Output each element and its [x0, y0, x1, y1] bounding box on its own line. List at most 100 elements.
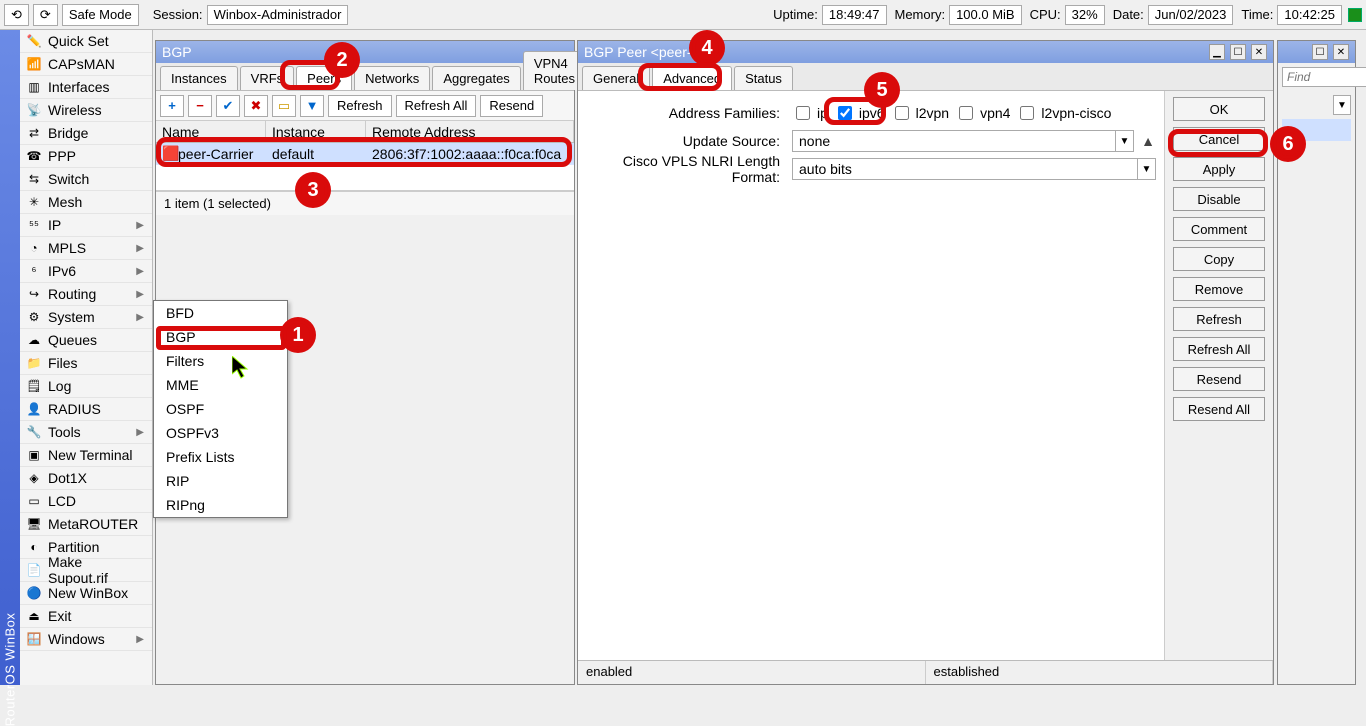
- chevron-down-icon[interactable]: ▼: [1333, 95, 1351, 115]
- cisco-format-dropdown[interactable]: auto bits ▼: [792, 158, 1156, 180]
- submenu-ospfv3[interactable]: OSPFv3: [154, 421, 287, 445]
- col-instance[interactable]: Instance: [266, 121, 366, 142]
- bgp-peer-row[interactable]: 🟥 peer-Carrier default 2806:3f7:1002:aaa…: [156, 143, 574, 165]
- close-icon[interactable]: ✕: [1333, 44, 1349, 60]
- nav-item-quick-set[interactable]: ✏️Quick Set: [20, 30, 152, 53]
- nav-item-make-supout-rif[interactable]: 📄Make Supout.rif: [20, 559, 152, 582]
- apply-button[interactable]: Apply: [1173, 157, 1265, 181]
- disable-icon[interactable]: ✖: [244, 95, 268, 117]
- nav-item-windows[interactable]: 🪟Windows▶: [20, 628, 152, 651]
- tab-status[interactable]: Status: [734, 66, 793, 90]
- session-label: Session:: [153, 7, 203, 22]
- checkbox-input-ip[interactable]: [796, 106, 810, 120]
- add-icon[interactable]: +: [160, 95, 184, 117]
- checkbox-input-vpn4[interactable]: [959, 106, 973, 120]
- nav-item-radius[interactable]: 👤RADIUS: [20, 398, 152, 421]
- refresh-button[interactable]: Refresh: [328, 95, 392, 117]
- resend-all-button[interactable]: Resend All: [1173, 397, 1265, 421]
- checkbox-input-ipv6[interactable]: [838, 106, 852, 120]
- checkbox-ip[interactable]: ip: [792, 103, 828, 123]
- checkbox-input-l2vpn[interactable]: [895, 106, 909, 120]
- brand-strip: RouterOS WinBox: [0, 30, 20, 685]
- nav-item-switch[interactable]: ⇆Switch: [20, 168, 152, 191]
- tab-aggregates[interactable]: Aggregates: [432, 66, 521, 90]
- tab-vrfs[interactable]: VRFs: [240, 66, 295, 90]
- submenu-rip[interactable]: RIP: [154, 469, 287, 493]
- remove-icon[interactable]: −: [188, 95, 212, 117]
- cpu-label: CPU:: [1030, 7, 1061, 22]
- checkbox-input-l2vpn-cisco[interactable]: [1020, 106, 1034, 120]
- checkbox-l2vpn[interactable]: l2vpn: [891, 103, 949, 123]
- undo-button[interactable]: ⟲: [4, 4, 29, 26]
- nav-item-mpls[interactable]: ◔MPLS▶: [20, 237, 152, 260]
- comment-button[interactable]: Comment: [1173, 217, 1265, 241]
- refresh-all-button[interactable]: Refresh All: [1173, 337, 1265, 361]
- submenu-mme[interactable]: MME: [154, 373, 287, 397]
- nav-item-ip[interactable]: ⁵⁵IP▶: [20, 214, 152, 237]
- nav-item-dot1x[interactable]: ◈Dot1X: [20, 467, 152, 490]
- resend-button[interactable]: Resend: [1173, 367, 1265, 391]
- refresh-button[interactable]: Refresh: [1173, 307, 1265, 331]
- collapse-up-icon[interactable]: ▲: [1140, 133, 1156, 149]
- tab-advanced[interactable]: Advanced: [652, 66, 732, 90]
- nav-item-capsman[interactable]: 📶CAPsMAN: [20, 53, 152, 76]
- submenu-filters[interactable]: Filters: [154, 349, 287, 373]
- update-source-dropdown[interactable]: none ▼: [792, 130, 1134, 152]
- ok-button[interactable]: OK: [1173, 97, 1265, 121]
- submenu-prefix-lists[interactable]: Prefix Lists: [154, 445, 287, 469]
- tab-instances[interactable]: Instances: [160, 66, 238, 90]
- disable-button[interactable]: Disable: [1173, 187, 1265, 211]
- nav-item-ipv6[interactable]: ⁶IPv6▶: [20, 260, 152, 283]
- comment-icon[interactable]: ▭: [272, 95, 296, 117]
- close-icon[interactable]: ✕: [1251, 44, 1267, 60]
- submenu-ripng[interactable]: RIPng: [154, 493, 287, 517]
- submenu-bfd[interactable]: BFD: [154, 301, 287, 325]
- submenu-ospf[interactable]: OSPF: [154, 397, 287, 421]
- remove-button[interactable]: Remove: [1173, 277, 1265, 301]
- time-label: Time:: [1241, 7, 1273, 22]
- nav-item-wireless[interactable]: 📡Wireless: [20, 99, 152, 122]
- nav-item-mesh[interactable]: ✳Mesh: [20, 191, 152, 214]
- chevron-down-icon[interactable]: ▼: [1115, 131, 1133, 151]
- minimize-icon[interactable]: ▁: [1209, 44, 1225, 60]
- find-input[interactable]: [1282, 67, 1366, 87]
- enable-icon[interactable]: ✔: [216, 95, 240, 117]
- cancel-button[interactable]: Cancel: [1173, 127, 1265, 151]
- checkbox-l2vpn-cisco[interactable]: l2vpn-cisco: [1016, 103, 1111, 123]
- cpu-value: 32%: [1065, 5, 1105, 25]
- cisco-format-label: Cisco VPLS NLRI Length Format:: [586, 153, 786, 185]
- safe-mode-button[interactable]: Safe Mode: [62, 4, 139, 26]
- nav-item-interfaces[interactable]: ▥Interfaces: [20, 76, 152, 99]
- ip-icon: ⁵⁵: [26, 217, 42, 233]
- maximize-icon[interactable]: ☐: [1230, 44, 1246, 60]
- nav-item-files[interactable]: 📁Files: [20, 352, 152, 375]
- nav-item-queues[interactable]: ☁Queues: [20, 329, 152, 352]
- chevron-down-icon[interactable]: ▼: [1137, 159, 1155, 179]
- nav-item-metarouter[interactable]: 🖥MetaROUTER: [20, 513, 152, 536]
- callout-2: 2: [324, 42, 360, 78]
- filter-icon[interactable]: ▼: [300, 95, 324, 117]
- nav-item-bridge[interactable]: ⇄Bridge: [20, 122, 152, 145]
- redo-button[interactable]: ⟳: [33, 4, 58, 26]
- refresh-all-button[interactable]: Refresh All: [396, 95, 477, 117]
- nav-item-new-terminal[interactable]: ▣New Terminal: [20, 444, 152, 467]
- chevron-right-icon: ▶: [136, 289, 146, 300]
- col-name[interactable]: Name: [156, 121, 266, 142]
- nav-item-tools[interactable]: 🔧Tools▶: [20, 421, 152, 444]
- copy-button[interactable]: Copy: [1173, 247, 1265, 271]
- peer-status-established: established: [926, 661, 1274, 684]
- checkbox-vpn4[interactable]: vpn4: [955, 103, 1010, 123]
- nav-item-routing[interactable]: ↪Routing▶: [20, 283, 152, 306]
- col-remote[interactable]: Remote Address: [366, 121, 574, 142]
- nav-item-exit[interactable]: ⏏Exit: [20, 605, 152, 628]
- memory-label: Memory:: [895, 7, 946, 22]
- maximize-icon[interactable]: ☐: [1312, 44, 1328, 60]
- nav-item-log[interactable]: 🗒Log: [20, 375, 152, 398]
- resend-button[interactable]: Resend: [480, 95, 543, 117]
- nav-item-system[interactable]: ⚙System▶: [20, 306, 152, 329]
- submenu-bgp[interactable]: BGP: [154, 325, 287, 349]
- tab-general[interactable]: General: [582, 66, 650, 90]
- tab-networks[interactable]: Networks: [354, 66, 430, 90]
- nav-item-lcd[interactable]: ▭LCD: [20, 490, 152, 513]
- nav-item-ppp[interactable]: ☎PPP: [20, 145, 152, 168]
